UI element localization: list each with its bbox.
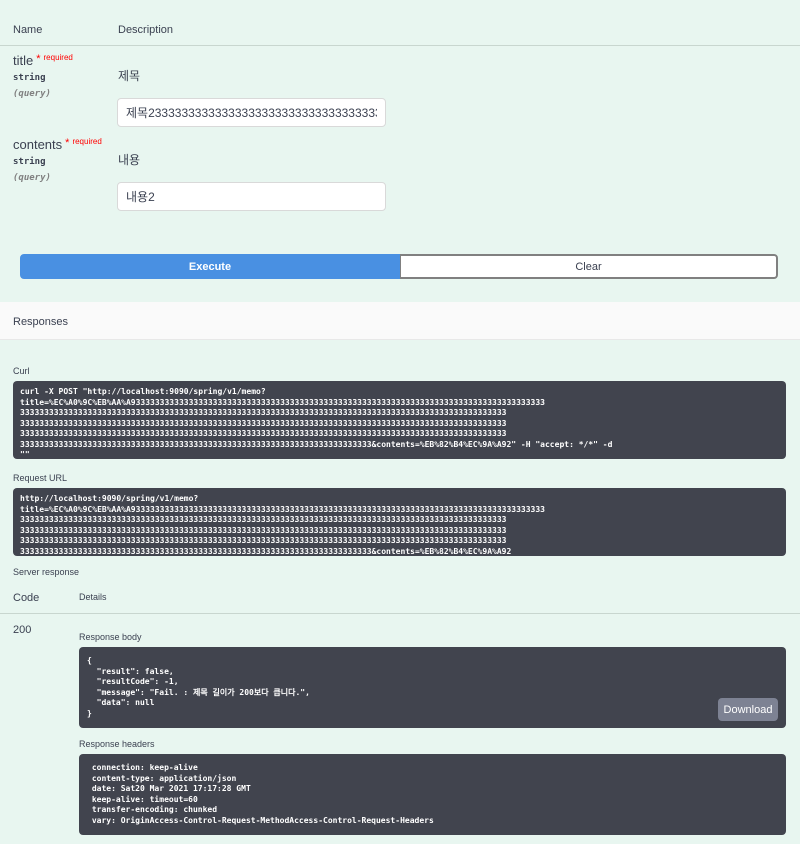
contents-input[interactable] [117,182,386,211]
response-headers-code-block: connection: keep-alive content-type: app… [79,754,786,835]
execute-button[interactable]: Execute [20,254,400,279]
param-name-text: title [13,53,34,68]
param-description: 제목 [118,69,141,83]
required-star: * [36,53,41,65]
curl-label: Curl [13,366,30,376]
response-headers-label: Response headers [79,739,155,749]
responses-title: Responses [13,316,69,328]
param-type: string [13,157,46,167]
param-description: 내용 [118,153,141,167]
param-name: title * required [13,53,73,68]
request-url-code-block: http://localhost:9090/spring/v1/memo? ti… [13,488,786,556]
status-code: 200 [13,624,32,636]
name-column-header: Name [13,24,43,36]
curl-code-block: curl -X POST "http://localhost:9090/spri… [13,381,786,459]
code-column-header: Code [13,592,40,604]
execute-button-group: Execute Clear [20,254,778,279]
param-name: contents * required [13,137,102,152]
required-star: * [65,137,70,149]
required-label: required [43,53,73,62]
request-url-label: Request URL [13,473,68,483]
response-body-code-block: { "result": false, "resultCode": -1, "me… [79,647,786,728]
download-button[interactable]: Download [718,698,778,721]
response-table-header: Code Details [0,586,800,614]
response-body-label: Response body [79,632,142,642]
parameters-table-header: Name Description [0,0,800,46]
clear-button[interactable]: Clear [400,254,778,279]
responses-section-header: Responses [0,302,800,340]
details-column-header: Details [79,592,107,602]
title-input[interactable] [117,98,386,127]
required-label: required [72,137,102,146]
server-response-label: Server response [13,567,80,577]
param-location: (query) [13,89,51,99]
param-name-text: contents [13,137,63,152]
description-column-header: Description [118,24,174,36]
param-type: string [13,73,46,83]
param-location: (query) [13,173,51,183]
